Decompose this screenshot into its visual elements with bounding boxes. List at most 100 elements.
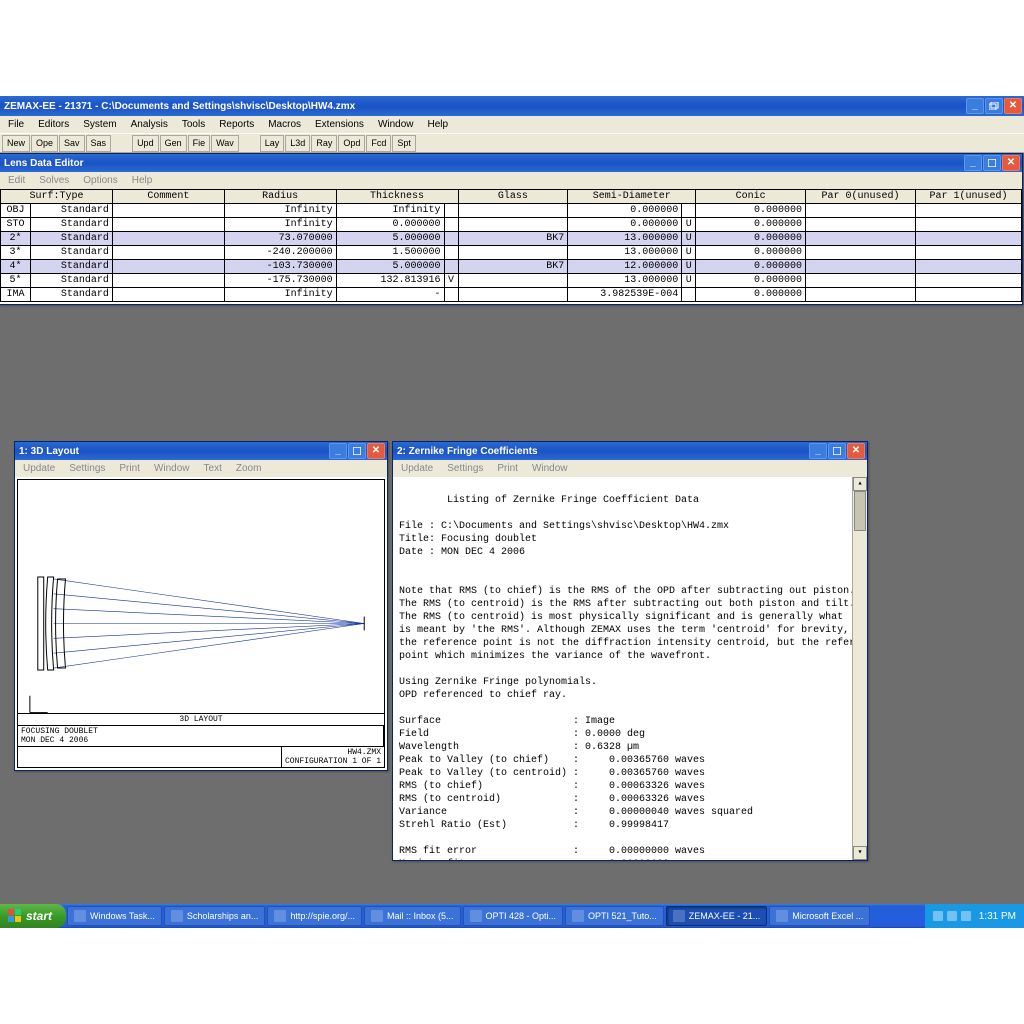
table-cell[interactable]: 1.500000: [336, 246, 444, 260]
table-cell[interactable]: [112, 260, 224, 274]
toolbar-button-opd[interactable]: Opd: [338, 135, 365, 152]
table-row[interactable]: OBJStandardInfinityInfinity0.0000000.000…: [1, 204, 1022, 218]
column-header[interactable]: Semi-Diameter: [568, 190, 696, 204]
table-row[interactable]: 5*Standard-175.730000132.813916V13.00000…: [1, 274, 1022, 288]
layout-maximize-button[interactable]: [348, 443, 366, 459]
table-row[interactable]: 3*Standard-240.2000001.50000013.000000U0…: [1, 246, 1022, 260]
table-cell[interactable]: [112, 288, 224, 302]
layout-minimize-button[interactable]: _: [329, 443, 347, 459]
taskbar-button[interactable]: Windows Task...: [67, 906, 162, 926]
table-cell[interactable]: Infinity: [224, 218, 336, 232]
table-cell[interactable]: U: [682, 232, 696, 246]
menu-item-options[interactable]: Options: [77, 174, 123, 187]
table-cell[interactable]: [806, 274, 916, 288]
table-cell[interactable]: [458, 218, 568, 232]
table-cell[interactable]: [444, 218, 458, 232]
menu-item-file[interactable]: File: [2, 118, 30, 131]
toolbar-button-ope[interactable]: Ope: [31, 135, 58, 152]
layout-close-button[interactable]: ✕: [367, 443, 385, 459]
table-cell[interactable]: Standard: [30, 232, 112, 246]
table-cell[interactable]: 0.000000: [696, 260, 806, 274]
zernike-window[interactable]: 2: Zernike Fringe Coefficients _ ✕ Updat…: [392, 441, 868, 861]
column-header[interactable]: Par 0(unused): [806, 190, 916, 204]
toolbar-button-fie[interactable]: Fie: [188, 135, 211, 152]
table-cell[interactable]: 0.000000: [696, 204, 806, 218]
column-header[interactable]: Comment: [112, 190, 224, 204]
toolbar-button-new[interactable]: New: [2, 135, 30, 152]
taskbar-button[interactable]: OPTI 428 - Opti...: [463, 906, 564, 926]
zernike-text-area[interactable]: Listing of Zernike Fringe Coefficient Da…: [393, 477, 867, 860]
table-cell[interactable]: 0.000000: [696, 246, 806, 260]
table-cell[interactable]: [112, 218, 224, 232]
menu-item-macros[interactable]: Macros: [262, 118, 307, 131]
tray-icon[interactable]: [947, 911, 957, 921]
lens-table-scroll[interactable]: Surf:TypeCommentRadiusThicknessGlassSemi…: [0, 189, 1022, 304]
table-cell[interactable]: 2*: [1, 232, 31, 246]
menu-item-window[interactable]: Window: [148, 462, 196, 475]
lens-data-editor-window[interactable]: Lens Data Editor _ ✕ EditSolvesOptionsHe…: [0, 153, 1023, 305]
close-button[interactable]: ✕: [1004, 98, 1022, 114]
menu-item-help[interactable]: Help: [126, 174, 159, 187]
taskbar-button[interactable]: Microsoft Excel ...: [769, 906, 870, 926]
toolbar-button-spt[interactable]: Spt: [392, 135, 416, 152]
table-cell[interactable]: -103.730000: [224, 260, 336, 274]
table-row[interactable]: IMAStandardInfinity-3.982539E-0040.00000…: [1, 288, 1022, 302]
table-cell[interactable]: -240.200000: [224, 246, 336, 260]
table-cell[interactable]: Infinity: [224, 288, 336, 302]
taskbar-button[interactable]: http://spie.org/...: [267, 906, 362, 926]
table-cell[interactable]: 0.000000: [696, 288, 806, 302]
column-header[interactable]: Thickness: [336, 190, 458, 204]
menu-item-update[interactable]: Update: [395, 462, 439, 475]
3d-layout-window[interactable]: 1: 3D Layout _ ✕ UpdateSettingsPrintWind…: [14, 441, 388, 771]
scroll-up-button[interactable]: ▴: [853, 477, 867, 491]
table-cell[interactable]: [806, 260, 916, 274]
toolbar-button-wav[interactable]: Wav: [211, 135, 239, 152]
3d-layout-canvas[interactable]: 3D LAYOUT FOCUSING DOUBLET MON DEC 4 200…: [17, 479, 385, 768]
column-header[interactable]: Conic: [696, 190, 806, 204]
table-cell[interactable]: [915, 274, 1021, 288]
zernike-maximize-button[interactable]: [828, 443, 846, 459]
toolbar-button-gen[interactable]: Gen: [160, 135, 187, 152]
lens-minimize-button[interactable]: _: [964, 155, 982, 171]
minimize-button[interactable]: _: [966, 98, 984, 114]
table-cell[interactable]: Standard: [30, 218, 112, 232]
table-cell[interactable]: [444, 232, 458, 246]
table-cell[interactable]: [915, 288, 1021, 302]
table-cell[interactable]: [915, 204, 1021, 218]
zernike-scrollbar[interactable]: ▴ ▾: [852, 477, 867, 860]
taskbar-button[interactable]: ZEMAX-EE - 21...: [666, 906, 768, 926]
table-cell[interactable]: Infinity: [224, 204, 336, 218]
main-titlebar[interactable]: ZEMAX-EE - 21371 - C:\Documents and Sett…: [0, 96, 1024, 116]
scroll-thumb[interactable]: [854, 491, 866, 531]
scroll-down-button[interactable]: ▾: [853, 846, 867, 860]
menu-item-window[interactable]: Window: [372, 118, 420, 131]
menu-item-print[interactable]: Print: [113, 462, 146, 475]
table-row[interactable]: 4*Standard-103.7300005.000000BK712.00000…: [1, 260, 1022, 274]
menu-item-analysis[interactable]: Analysis: [125, 118, 174, 131]
table-cell[interactable]: 13.000000: [568, 274, 682, 288]
toolbar-button-fcd[interactable]: Fcd: [366, 135, 391, 152]
table-cell[interactable]: BK7: [458, 260, 568, 274]
column-header[interactable]: Glass: [458, 190, 568, 204]
table-cell[interactable]: IMA: [1, 288, 31, 302]
zernike-minimize-button[interactable]: _: [809, 443, 827, 459]
table-cell[interactable]: 0.000000: [696, 232, 806, 246]
toolbar-button-sav[interactable]: Sav: [59, 135, 85, 152]
taskbar-button[interactable]: Mail :: Inbox (5...: [364, 906, 461, 926]
toolbar-button-l3d[interactable]: L3d: [285, 135, 310, 152]
column-header[interactable]: Surf:Type: [1, 190, 113, 204]
menu-item-system[interactable]: System: [77, 118, 122, 131]
table-cell[interactable]: Standard: [30, 260, 112, 274]
toolbar-button-lay[interactable]: Lay: [260, 135, 285, 152]
tray-icon[interactable]: [961, 911, 971, 921]
table-cell[interactable]: -: [336, 288, 444, 302]
table-cell[interactable]: 13.000000: [568, 232, 682, 246]
toolbar-button-upd[interactable]: Upd: [132, 135, 159, 152]
table-cell[interactable]: V: [444, 274, 458, 288]
table-cell[interactable]: Standard: [30, 204, 112, 218]
table-cell[interactable]: -175.730000: [224, 274, 336, 288]
restore-button[interactable]: [985, 98, 1003, 114]
table-cell[interactable]: 0.000000: [696, 274, 806, 288]
menu-item-edit[interactable]: Edit: [2, 174, 31, 187]
menu-item-editors[interactable]: Editors: [32, 118, 75, 131]
